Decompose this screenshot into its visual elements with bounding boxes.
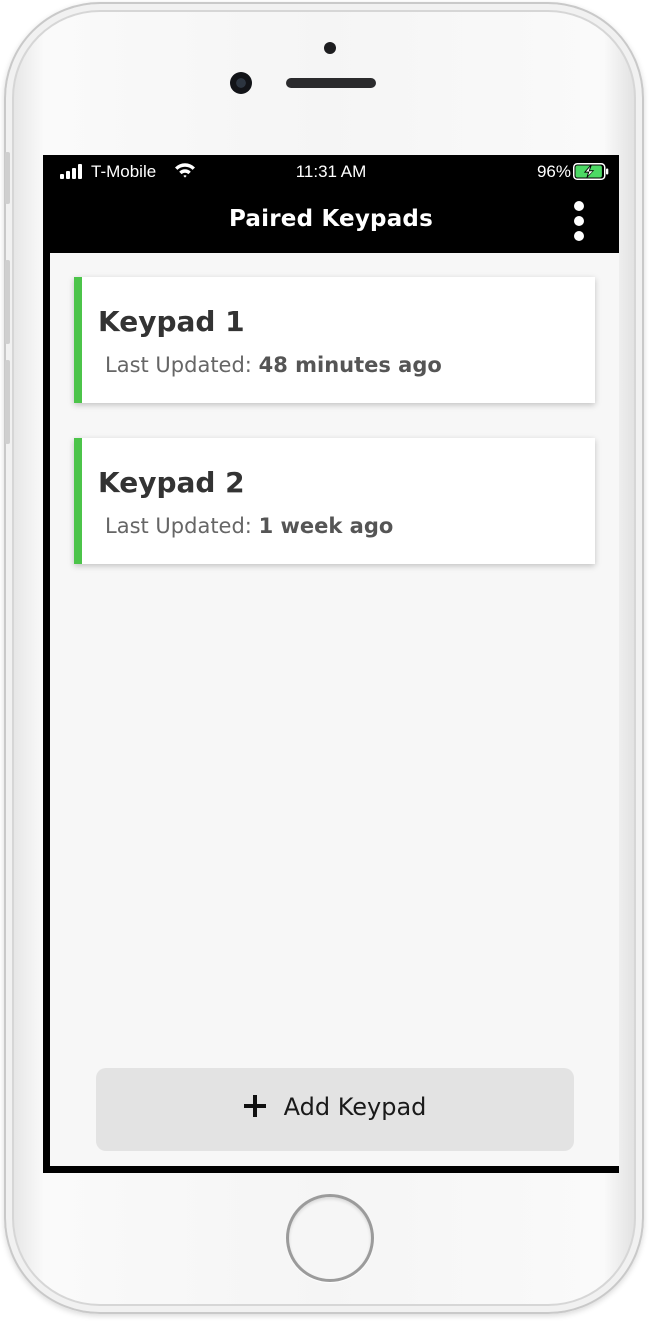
keypad-name: Keypad 2 xyxy=(98,466,245,499)
status-time: 11:31 AM xyxy=(295,162,367,181)
battery-charging-icon xyxy=(573,163,609,180)
battery-percent: 96% xyxy=(536,162,571,181)
volume-up-button xyxy=(5,260,10,344)
proximity-sensor xyxy=(324,42,336,54)
more-options-button[interactable] xyxy=(567,199,591,243)
last-updated-label: Last Updated: xyxy=(105,353,252,377)
keypad-list: Keypad 1 Last Updated: 48 minutes ago Ke… xyxy=(50,253,619,1166)
keypad-last-updated: Last Updated: 48 minutes ago xyxy=(105,353,442,377)
plus-icon xyxy=(243,1095,266,1117)
keypad-card[interactable]: Keypad 2 Last Updated: 1 week ago xyxy=(74,438,595,564)
front-camera xyxy=(230,72,252,94)
navigation-bar: Paired Keypads xyxy=(43,189,619,253)
status-bar: T-Mobile 11:31 AM 96% xyxy=(43,155,619,189)
last-updated-label: Last Updated: xyxy=(105,514,252,538)
last-updated-value: 1 week ago xyxy=(258,514,394,538)
volume-down-button xyxy=(5,360,10,444)
add-keypad-button[interactable]: Add Keypad xyxy=(96,1068,574,1151)
more-vertical-icon xyxy=(574,201,584,211)
add-keypad-label: Add Keypad xyxy=(283,1093,427,1121)
phone-frame: T-Mobile 11:31 AM 96% Paired Keypads Key… xyxy=(4,2,644,1314)
mute-switch xyxy=(5,152,10,204)
page-title: Paired Keypads xyxy=(228,206,433,232)
earpiece-speaker xyxy=(286,78,376,88)
keypad-last-updated: Last Updated: 1 week ago xyxy=(105,514,393,538)
home-button[interactable] xyxy=(286,1194,374,1282)
keypad-name: Keypad 1 xyxy=(98,305,245,338)
last-updated-value: 48 minutes ago xyxy=(258,353,442,377)
keypad-card[interactable]: Keypad 1 Last Updated: 48 minutes ago xyxy=(74,277,595,403)
screen: T-Mobile 11:31 AM 96% Paired Keypads Key… xyxy=(43,155,619,1173)
